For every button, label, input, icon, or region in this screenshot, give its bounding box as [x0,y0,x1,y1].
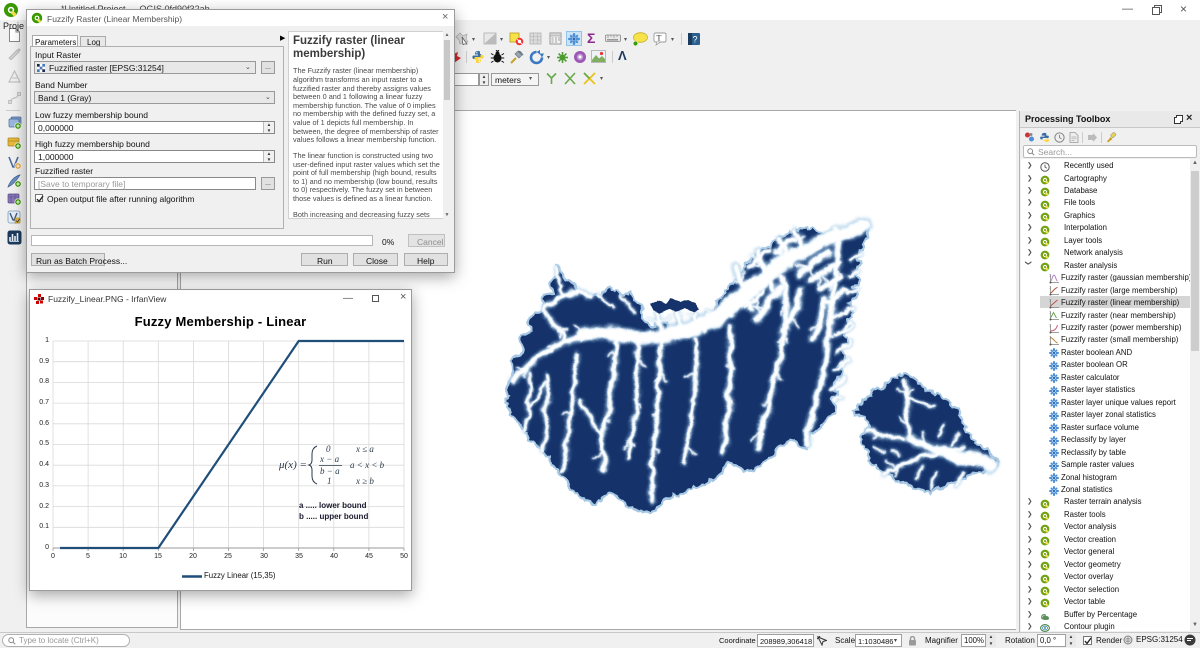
svg-text:μ(x) =: μ(x) = [278,459,307,471]
svg-text:x ≤ a: x ≤ a [355,444,374,454]
svg-text:1: 1 [327,476,332,486]
svg-text:a < x < b: a < x < b [350,460,385,470]
svg-text:x ≥ b: x ≥ b [355,476,374,486]
svg-text:x − a: x − a [319,454,340,464]
svg-text:0: 0 [326,444,331,454]
svg-text:T: T [657,34,662,43]
svg-text:?: ? [693,35,698,45]
svg-text:b − a: b − a [320,466,340,476]
